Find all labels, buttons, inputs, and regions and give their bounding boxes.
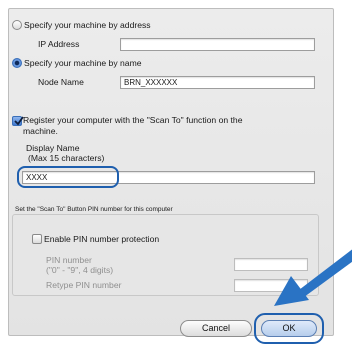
register-scan-to-label: Register your computer with the "Scan To… (23, 115, 243, 125)
pin-number-field[interactable] (234, 258, 308, 271)
pin-group-title: Set the "Scan To" Button PIN number for … (15, 206, 173, 213)
specify-by-address-label: Specify your machine by address (24, 20, 151, 30)
pin-number-hint: ("0" - "9", 4 digits) (46, 265, 114, 275)
display-name-label: Display Name (26, 143, 80, 153)
display-name-hint: (Max 15 characters) (28, 153, 105, 163)
register-scan-to-checkbox[interactable] (12, 116, 24, 126)
display-name-highlight (17, 166, 119, 188)
enable-pin-label: Enable PIN number protection (44, 234, 160, 244)
enable-pin-checkbox[interactable] (32, 234, 42, 244)
retype-pin-field[interactable] (234, 279, 308, 292)
retype-pin-label: Retype PIN number (46, 280, 122, 290)
ok-button-highlight (254, 313, 324, 344)
specify-by-name-label: Specify your machine by name (24, 58, 142, 68)
specify-by-address-radio[interactable] (12, 20, 22, 30)
specify-by-name-radio[interactable] (12, 58, 22, 68)
pin-number-label: PIN number (46, 255, 92, 265)
register-scan-to-label-cont: machine. (23, 126, 58, 136)
cancel-button[interactable]: Cancel (180, 320, 252, 337)
ip-address-label: IP Address (38, 39, 80, 49)
node-name-label: Node Name (38, 77, 84, 87)
ip-address-field[interactable] (120, 38, 315, 51)
scan-to-settings-dialog: Specify your machine by address IP Addre… (8, 8, 334, 344)
node-name-field[interactable]: BRN_XXXXXX (120, 76, 315, 89)
